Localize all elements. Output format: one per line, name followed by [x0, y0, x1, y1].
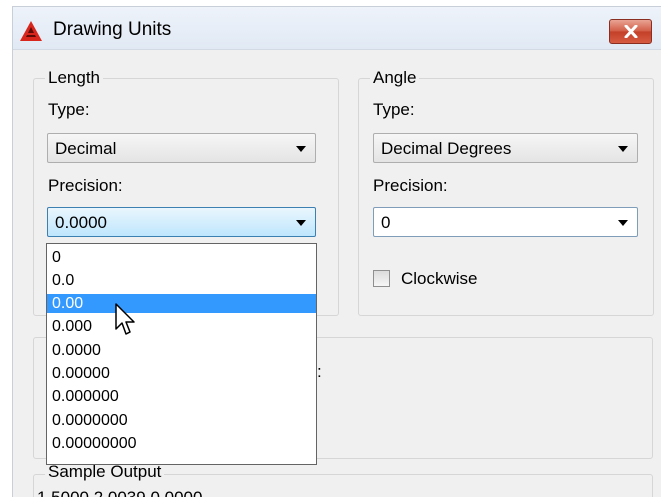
length-group-label: Length: [45, 68, 103, 88]
angle-type-dropdown[interactable]: Decimal Degrees: [373, 133, 638, 163]
length-precision-value: 0.0000: [55, 213, 107, 232]
dropdown-item[interactable]: 0.0000: [47, 341, 316, 360]
autocad-a-icon: [20, 21, 42, 41]
angle-type-value: Decimal Degrees: [381, 139, 512, 158]
clockwise-label[interactable]: Clockwise: [401, 269, 478, 289]
length-type-label: Type:: [48, 100, 90, 119]
dropdown-item[interactable]: 0.0: [47, 271, 316, 290]
chevron-down-icon: [296, 146, 306, 152]
sample-output-label: Sample Output: [45, 462, 165, 482]
angle-group-label: Angle: [370, 68, 420, 88]
dialog-title: Drawing Units: [53, 19, 172, 40]
dropdown-item[interactable]: 0: [47, 248, 316, 267]
dropdown-item[interactable]: 0.0000000: [47, 411, 316, 430]
angle-precision-dropdown[interactable]: 0: [373, 207, 638, 237]
chevron-down-icon: [296, 220, 306, 226]
length-type-value: Decimal: [55, 139, 117, 158]
angle-precision-label: Precision:: [373, 176, 448, 195]
sample-output-text: 1.5000,2.0039,0.0000: [37, 488, 202, 497]
angle-type-label: Type:: [373, 100, 415, 119]
insertion-scale-colon: :: [317, 362, 322, 381]
length-type-dropdown[interactable]: Decimal: [47, 133, 316, 163]
precision-dropdown-list: 0 0.0 0.00 0.000 0.0000 0.00000 0.000000…: [46, 243, 317, 465]
dropdown-item[interactable]: 0.00000: [47, 364, 316, 383]
title-bar[interactable]: Drawing Units: [13, 7, 661, 50]
angle-precision-value: 0: [381, 213, 391, 232]
chevron-down-icon: [618, 146, 628, 152]
dropdown-item[interactable]: 0.000: [47, 317, 316, 336]
dropdown-item[interactable]: 0.000000: [47, 387, 316, 406]
length-precision-label: Precision:: [48, 176, 123, 195]
length-precision-dropdown[interactable]: 0.0000: [47, 207, 316, 237]
dropdown-item-highlighted[interactable]: 0.00: [47, 294, 316, 313]
mouse-pointer-icon: [115, 303, 135, 335]
dropdown-item[interactable]: 0.00000000: [47, 434, 316, 453]
chevron-down-icon: [618, 220, 628, 226]
close-x-icon: [624, 25, 638, 38]
close-button[interactable]: [609, 19, 652, 44]
clockwise-checkbox[interactable]: [373, 270, 390, 287]
